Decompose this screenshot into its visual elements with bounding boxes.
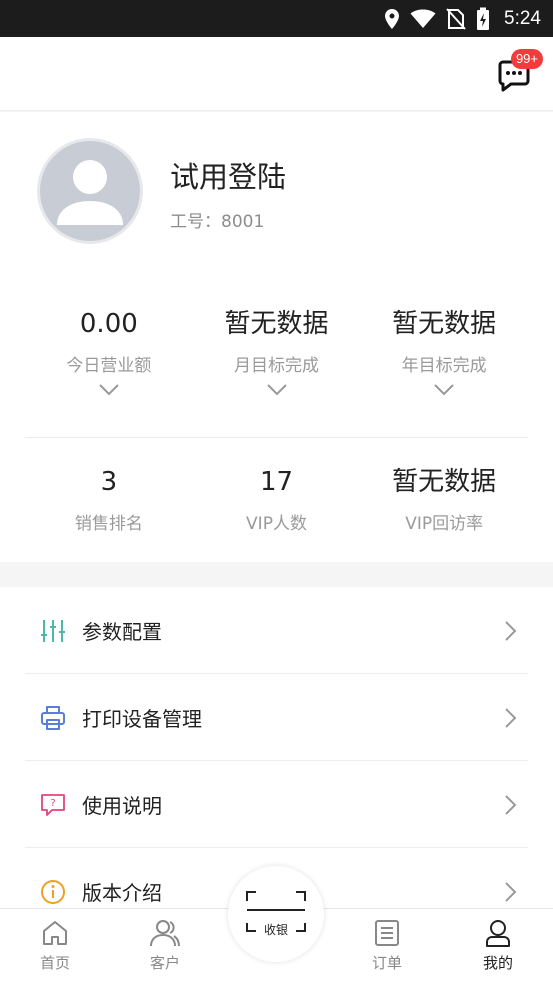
stat-label: 销售排名 xyxy=(74,514,143,534)
menu-label: 打印设备管理 xyxy=(82,707,202,731)
no-sim-icon xyxy=(446,7,466,30)
user-name: 试用登陆 xyxy=(170,160,287,194)
chevron-right-icon xyxy=(505,620,517,641)
stat-month-target[interactable]: 暂无数据 月目标完成 xyxy=(193,307,361,396)
stat-value: 3 xyxy=(100,467,118,497)
scan-frame-icon xyxy=(246,891,306,932)
customers-icon xyxy=(150,920,180,947)
status-icons: 5:24 xyxy=(384,0,541,37)
tab-orders[interactable]: 订单 xyxy=(347,919,427,973)
tab-label: 订单 xyxy=(371,954,402,972)
stat-value: 暂无数据 xyxy=(392,467,497,497)
battery-charging-icon xyxy=(477,7,490,30)
stat-value: 暂无数据 xyxy=(392,309,497,339)
message-count-badge: 99+ xyxy=(510,49,543,69)
chevron-right-icon xyxy=(505,881,517,902)
stat-today-revenue[interactable]: 0.00 今日营业额 xyxy=(25,307,193,396)
chevron-down-icon xyxy=(266,384,287,396)
menu-label: 使用说明 xyxy=(82,794,162,818)
stat-sales-rank[interactable]: 3 销售排名 xyxy=(25,465,193,534)
orders-icon xyxy=(375,920,399,946)
menu-label: 参数配置 xyxy=(82,620,162,644)
menu-label: 版本介绍 xyxy=(82,881,162,905)
stats-top-row: 0.00 今日营业额 暂无数据 月目标完成 暂无数据 年目标完成 xyxy=(25,307,528,396)
wifi-icon xyxy=(410,9,436,28)
help-chat-icon: ? xyxy=(41,793,65,816)
stat-label: VIP回访率 xyxy=(405,514,484,534)
default-user-icon xyxy=(57,160,123,225)
stats-bottom-row: 3 销售排名 17 VIP人数 暂无数据 VIP回访率 xyxy=(25,465,528,534)
chevron-right-icon xyxy=(505,707,517,728)
employee-id: 工号：8001 xyxy=(170,212,265,232)
stat-label: 月目标完成 xyxy=(234,356,319,376)
user-profile-icon xyxy=(486,920,510,947)
header: 99+ xyxy=(0,37,553,111)
stat-label: 今日营业额 xyxy=(66,356,152,376)
status-bar: 5:24 xyxy=(0,0,553,37)
stat-value: 暂无数据 xyxy=(224,309,329,339)
menu-item-user-guide[interactable]: ? 使用说明 xyxy=(0,761,553,848)
tab-home[interactable]: 首页 xyxy=(15,919,95,973)
svg-text:?: ? xyxy=(50,798,55,809)
tab-label: 我的 xyxy=(482,954,513,972)
stat-year-target[interactable]: 暂无数据 年目标完成 xyxy=(360,307,528,396)
messages-button[interactable]: 99+ xyxy=(497,49,543,92)
printer-icon xyxy=(41,705,65,730)
stat-vip-count[interactable]: 17 VIP人数 xyxy=(193,465,361,534)
tab-label: 首页 xyxy=(39,954,70,972)
location-icon xyxy=(385,8,400,29)
tab-customers[interactable]: 客户 xyxy=(125,919,205,973)
stat-label: 年目标完成 xyxy=(401,356,487,376)
menu-item-printer-management[interactable]: 打印设备管理 xyxy=(0,674,553,761)
settings-sliders-icon xyxy=(41,619,65,642)
tab-mine[interactable]: 我的 xyxy=(458,919,538,973)
chevron-down-icon xyxy=(99,384,119,396)
cashier-scan-button[interactable]: 收银 xyxy=(228,866,324,962)
profile-card: 试用登陆 工号：8001 0.00 今日营业额 暂无数据 月目标完成 暂无数据 … xyxy=(0,112,553,562)
tab-label: 客户 xyxy=(149,954,180,972)
cashier-label: 收银 xyxy=(263,923,288,937)
chevron-down-icon xyxy=(434,384,454,396)
stat-vip-revisit-rate[interactable]: 暂无数据 VIP回访率 xyxy=(360,465,528,534)
stat-label: VIP人数 xyxy=(246,514,307,534)
stat-value: 0.00 xyxy=(79,309,138,339)
stats-divider xyxy=(25,437,528,438)
stat-value: 17 xyxy=(259,467,294,497)
status-time: 5:24 xyxy=(504,7,541,29)
home-icon xyxy=(43,921,67,945)
info-icon xyxy=(41,879,65,904)
menu-item-parameter-config[interactable]: 参数配置 xyxy=(0,587,553,674)
chevron-right-icon xyxy=(505,794,517,815)
avatar[interactable] xyxy=(37,138,143,244)
